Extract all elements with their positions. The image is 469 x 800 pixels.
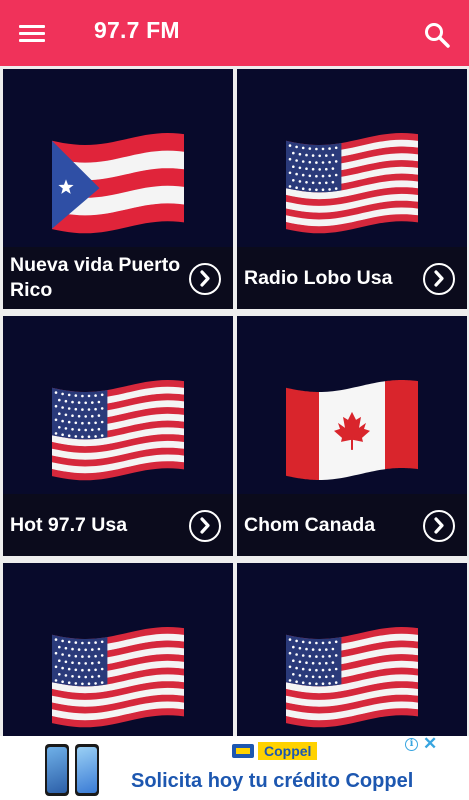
usa-flag-icon xyxy=(52,374,184,486)
app-title: 97.7 FM xyxy=(94,17,180,43)
usa-flag-icon xyxy=(286,127,418,239)
ad-info-icon[interactable]: i xyxy=(405,738,418,751)
station-label-bar: Hot 97.7 Usa xyxy=(3,494,233,556)
station-label-bar: Radio Lobo Usa xyxy=(237,247,467,309)
ad-headline: Solicita hoy tu crédito Coppel xyxy=(131,770,414,792)
station-card[interactable]: Nueva vida Puerto Rico xyxy=(3,69,233,309)
station-card[interactable]: Radio Lobo Usa xyxy=(237,69,467,309)
station-label-bar: Chom Canada xyxy=(237,494,467,556)
ad-close-icon[interactable]: ✕ xyxy=(423,734,437,754)
station-card[interactable] xyxy=(3,563,233,736)
phone-image xyxy=(75,744,99,796)
coppel-logo: Coppel xyxy=(232,741,346,761)
station-name: Radio Lobo Usa xyxy=(244,266,393,289)
station-name: Nueva vida Puerto Rico xyxy=(10,254,181,301)
ad-content[interactable]: Coppel Solicita hoy tu crédito Coppel i … xyxy=(25,734,444,800)
coppel-brand: Coppel xyxy=(258,742,318,760)
ad-banner[interactable]: Coppel Solicita hoy tu crédito Coppel i … xyxy=(0,734,469,800)
station-name: Hot 97.7 Usa xyxy=(10,513,128,536)
play-arrow-icon[interactable] xyxy=(189,263,221,295)
usa-flag-icon xyxy=(52,621,184,733)
puerto-rico-flag-icon xyxy=(52,127,184,239)
usa-flag-icon xyxy=(286,621,418,733)
station-label-bar: Nueva vida Puerto Rico xyxy=(3,247,233,309)
menu-icon[interactable] xyxy=(14,19,50,49)
play-arrow-icon[interactable] xyxy=(423,263,455,295)
station-name: Chom Canada xyxy=(244,513,376,536)
play-arrow-icon[interactable] xyxy=(189,510,221,542)
play-arrow-icon[interactable] xyxy=(423,510,455,542)
station-card[interactable]: Hot 97.7 Usa xyxy=(3,316,233,556)
app-bar: 97.7 FM xyxy=(0,0,469,66)
canada-flag-icon xyxy=(286,374,418,486)
station-card[interactable]: Chom Canada xyxy=(237,316,467,556)
coppel-logo-mark xyxy=(232,744,254,758)
station-grid: Nueva vida Puerto Rico Radio Lobo Usa Ho… xyxy=(0,66,469,736)
search-icon[interactable] xyxy=(420,18,454,52)
station-card[interactable] xyxy=(237,563,467,736)
phone-image xyxy=(45,744,69,796)
